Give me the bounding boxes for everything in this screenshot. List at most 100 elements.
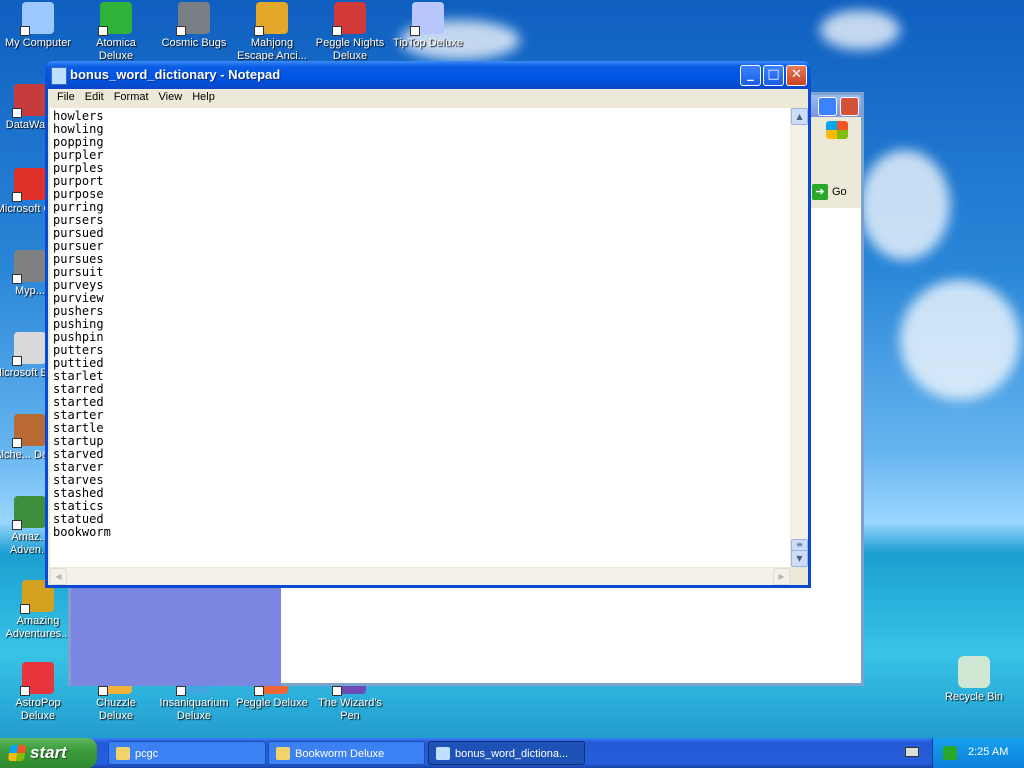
task-pcgc[interactable]: pcgc: [108, 741, 266, 765]
start-label: start: [30, 743, 67, 762]
notepad-titlebar[interactable]: bonus_word_dictionary - Notepad _ □ ✕: [45, 61, 811, 89]
minimize-button[interactable]: _: [740, 65, 761, 86]
text-line: howlers: [53, 109, 104, 123]
desktop-shortcut-icon[interactable]: Peggle Nights Deluxe: [312, 2, 388, 63]
text-line: starved: [53, 447, 104, 461]
go-button[interactable]: ➔ Go: [812, 184, 847, 200]
menu-format[interactable]: Format: [109, 89, 154, 108]
desktop-shortcut-icon[interactable]: AstroPop Deluxe: [0, 662, 76, 723]
notepad-icon: [436, 747, 450, 760]
text-line: starlet: [53, 369, 104, 383]
resize-grip-icon[interactable]: [791, 568, 808, 585]
text-line: starred: [53, 382, 104, 396]
close-button[interactable]: ✕: [786, 65, 807, 86]
desktop-shortcut-icon[interactable]: Mahjong Escape Anci...: [234, 2, 310, 63]
text-line: pursued: [53, 226, 104, 240]
text-line: pushpin: [53, 330, 104, 344]
desktop-icon-label: Peggle Nights Deluxe: [315, 37, 385, 62]
cloud: [820, 10, 900, 50]
cloud: [860, 150, 950, 260]
menu-help[interactable]: Help: [187, 89, 220, 108]
network-icon[interactable]: [943, 746, 957, 760]
cloud: [900, 280, 1020, 400]
recycle-bin-icon[interactable]: Recycle Bin: [936, 656, 1012, 704]
task-notepad[interactable]: bonus_word_dictiona...: [428, 741, 585, 765]
desktop-icon-label: Cosmic Bugs: [161, 37, 227, 49]
windows-flag-icon: [7, 745, 27, 761]
desktop-shortcut-icon[interactable]: Atomica Deluxe: [78, 2, 154, 63]
text-line: stashed: [53, 486, 104, 500]
desktop-icon-label: Amazing Adventures...: [5, 615, 71, 640]
desktop-icon-label: TipTop Deluxe: [393, 37, 463, 49]
app-glyph-icon: [20, 662, 54, 696]
taskbar: start pcgc Bookworm Deluxe bonus_word_di…: [0, 738, 1024, 768]
text-line: pushing: [53, 317, 104, 331]
desktop-shortcut-icon[interactable]: My Computer: [0, 2, 76, 50]
app-glyph-icon: [12, 168, 46, 202]
go-label: Go: [832, 186, 847, 198]
task-label: Bookworm Deluxe: [295, 748, 385, 760]
desktop-icon-label: The Wizard's Pen: [318, 697, 382, 722]
task-bookworm-deluxe[interactable]: Bookworm Deluxe: [268, 741, 425, 765]
task-label: pcgc: [135, 748, 159, 760]
menu-edit[interactable]: Edit: [80, 89, 109, 108]
go-arrow-icon: ➔: [812, 184, 828, 200]
notepad-window[interactable]: bonus_word_dictionary - Notepad _ □ ✕ Fi…: [45, 61, 811, 588]
background-maximize-button[interactable]: [818, 97, 837, 116]
app-glyph-icon: [12, 414, 46, 448]
folder-icon: [276, 747, 290, 760]
scroll-down-arrow-icon[interactable]: ▼: [791, 550, 808, 567]
text-line: started: [53, 395, 104, 409]
notepad-body: File Edit Format View Help howlers howlin…: [48, 89, 808, 585]
scroll-right-arrow-icon[interactable]: ▶: [773, 568, 790, 585]
recycle-bin-glyph: [958, 656, 990, 688]
recycle-bin-label: Recycle Bin: [944, 691, 1004, 703]
app-glyph-icon: [98, 2, 132, 36]
start-button[interactable]: start: [0, 738, 97, 768]
text-line: purpler: [53, 148, 104, 162]
app-glyph-icon: [12, 496, 46, 530]
text-line: popping: [53, 135, 104, 149]
scroll-left-arrow-icon[interactable]: ◀: [50, 568, 67, 585]
text-line: purveys: [53, 278, 104, 292]
folder-icon: [116, 747, 130, 760]
notepad-app-icon: [51, 67, 67, 85]
scroll-up-arrow-icon[interactable]: ▲: [791, 108, 808, 125]
maximize-button[interactable]: □: [763, 65, 784, 86]
text-line: howling: [53, 122, 104, 136]
text-line: pursuit: [53, 265, 104, 279]
text-editor-area[interactable]: howlers howling popping purpler purples purpo…: [50, 108, 790, 567]
desktop-icon-label: Peggle Deluxe: [236, 697, 308, 709]
desktop-icon-label: Chuzzle Deluxe: [96, 697, 136, 722]
clock[interactable]: 2:25 AM: [968, 746, 1008, 758]
desktop-shortcut-icon[interactable]: Cosmic Bugs: [156, 2, 232, 50]
text-line: purring: [53, 200, 104, 214]
desktop-icon-label: AstroPop Deluxe: [15, 697, 61, 722]
text-line: starter: [53, 408, 104, 422]
app-glyph-icon: [12, 332, 46, 366]
app-glyph-icon: [12, 84, 46, 118]
background-close-button[interactable]: [840, 97, 859, 116]
text-line: purport: [53, 174, 104, 188]
window-title: bonus_word_dictionary - Notepad: [70, 67, 281, 82]
app-glyph-icon: [410, 2, 444, 36]
desktop-icon-label: Atomica Deluxe: [96, 37, 136, 62]
scroll-thumb[interactable]: ≡: [791, 539, 808, 551]
menu-file[interactable]: File: [52, 89, 80, 108]
app-glyph-icon: [20, 2, 54, 36]
desktop-icon-label: Myp...: [15, 285, 45, 297]
vertical-scrollbar[interactable]: ▲ ▼ ≡: [791, 108, 808, 567]
horizontal-scrollbar[interactable]: ◀ ▶: [50, 568, 790, 585]
desktop-shortcut-icon[interactable]: TipTop Deluxe: [390, 2, 466, 50]
menu-view[interactable]: View: [154, 89, 188, 108]
text-line: starves: [53, 473, 104, 487]
keyboard-icon[interactable]: [905, 747, 919, 757]
text-line: puttied: [53, 356, 104, 370]
menu-bar: File Edit Format View Help: [48, 89, 808, 108]
text-line: pursuer: [53, 239, 104, 253]
app-glyph-icon: [176, 2, 210, 36]
text-line: pushers: [53, 304, 104, 318]
background-left-panel: [71, 581, 281, 686]
desktop-shortcut-icon[interactable]: Amazing Adventures...: [0, 580, 76, 641]
text-line: pursues: [53, 252, 104, 266]
